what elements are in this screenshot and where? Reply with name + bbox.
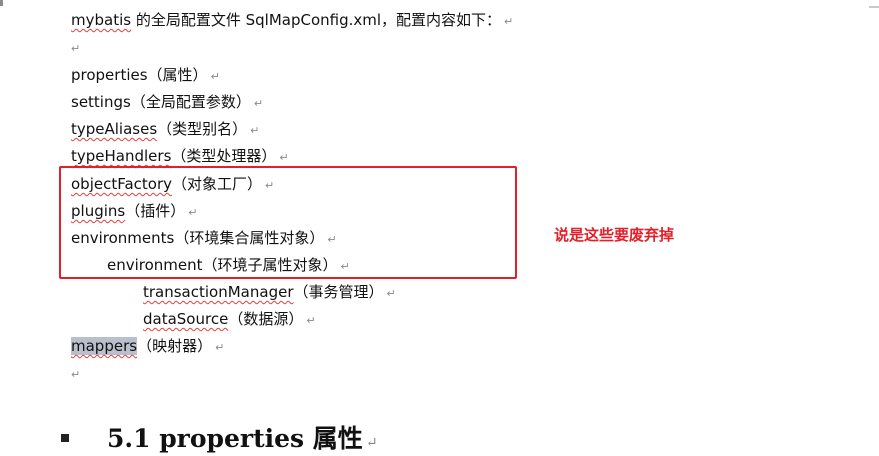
- paragraph-mark-icon: ↵: [215, 341, 225, 354]
- paragraph-mark-icon: ↵: [250, 124, 260, 137]
- paragraph-mark-icon: ↵: [253, 97, 264, 110]
- intro-keyword: mybatis: [71, 11, 132, 29]
- paragraph-mark-icon: ↵: [71, 368, 81, 381]
- deprecated-highlight-box: [59, 166, 517, 279]
- blank-line: ↵: [71, 37, 80, 59]
- section-heading: 5.1 properties 属性 ↵: [61, 419, 378, 455]
- blank-line: ↵: [71, 363, 80, 385]
- paragraph-mark-icon: ↵: [210, 70, 220, 83]
- intro-line: mybatis 的全局配置文件 SqlMapConfig.xml，配置内容如下：…: [71, 10, 513, 32]
- config-item-datasource: dataSource（数据源） ↵: [143, 310, 316, 328]
- config-item-transactionmanager: transactionManager（事务管理） ↵: [143, 283, 396, 301]
- paragraph-mark-icon: ↵: [306, 314, 316, 327]
- window-edge-marker: [869, 6, 879, 8]
- config-item-settings: settings（全局配置参数） ↵: [71, 93, 264, 111]
- paragraph-mark-icon: ↵: [386, 287, 396, 300]
- config-item-typehandlers: typeHandlers（类型处理器） ↵: [71, 147, 289, 165]
- paragraph-mark-icon: ↵: [365, 435, 378, 451]
- bullet-icon: [61, 433, 69, 442]
- section-heading-text: 5.1 properties 属性: [107, 424, 363, 453]
- window-corner-marker: [0, 0, 3, 6]
- config-item-mappers: mappers（映射器） ↵: [71, 337, 225, 355]
- paragraph-mark-icon: ↵: [71, 42, 81, 55]
- paragraph-mark-icon: ↵: [504, 15, 514, 28]
- selected-text[interactable]: mappers: [71, 337, 138, 355]
- paragraph-mark-icon: ↵: [279, 151, 289, 164]
- config-item-typealiases: typeAliases（类型别名） ↵: [71, 120, 260, 138]
- config-item-properties: properties（属性） ↵: [71, 66, 220, 84]
- deprecation-note: 说是这些要废弃掉: [554, 226, 675, 244]
- intro-text: 的全局配置文件 SqlMapConfig.xml，配置内容如下：: [131, 11, 502, 29]
